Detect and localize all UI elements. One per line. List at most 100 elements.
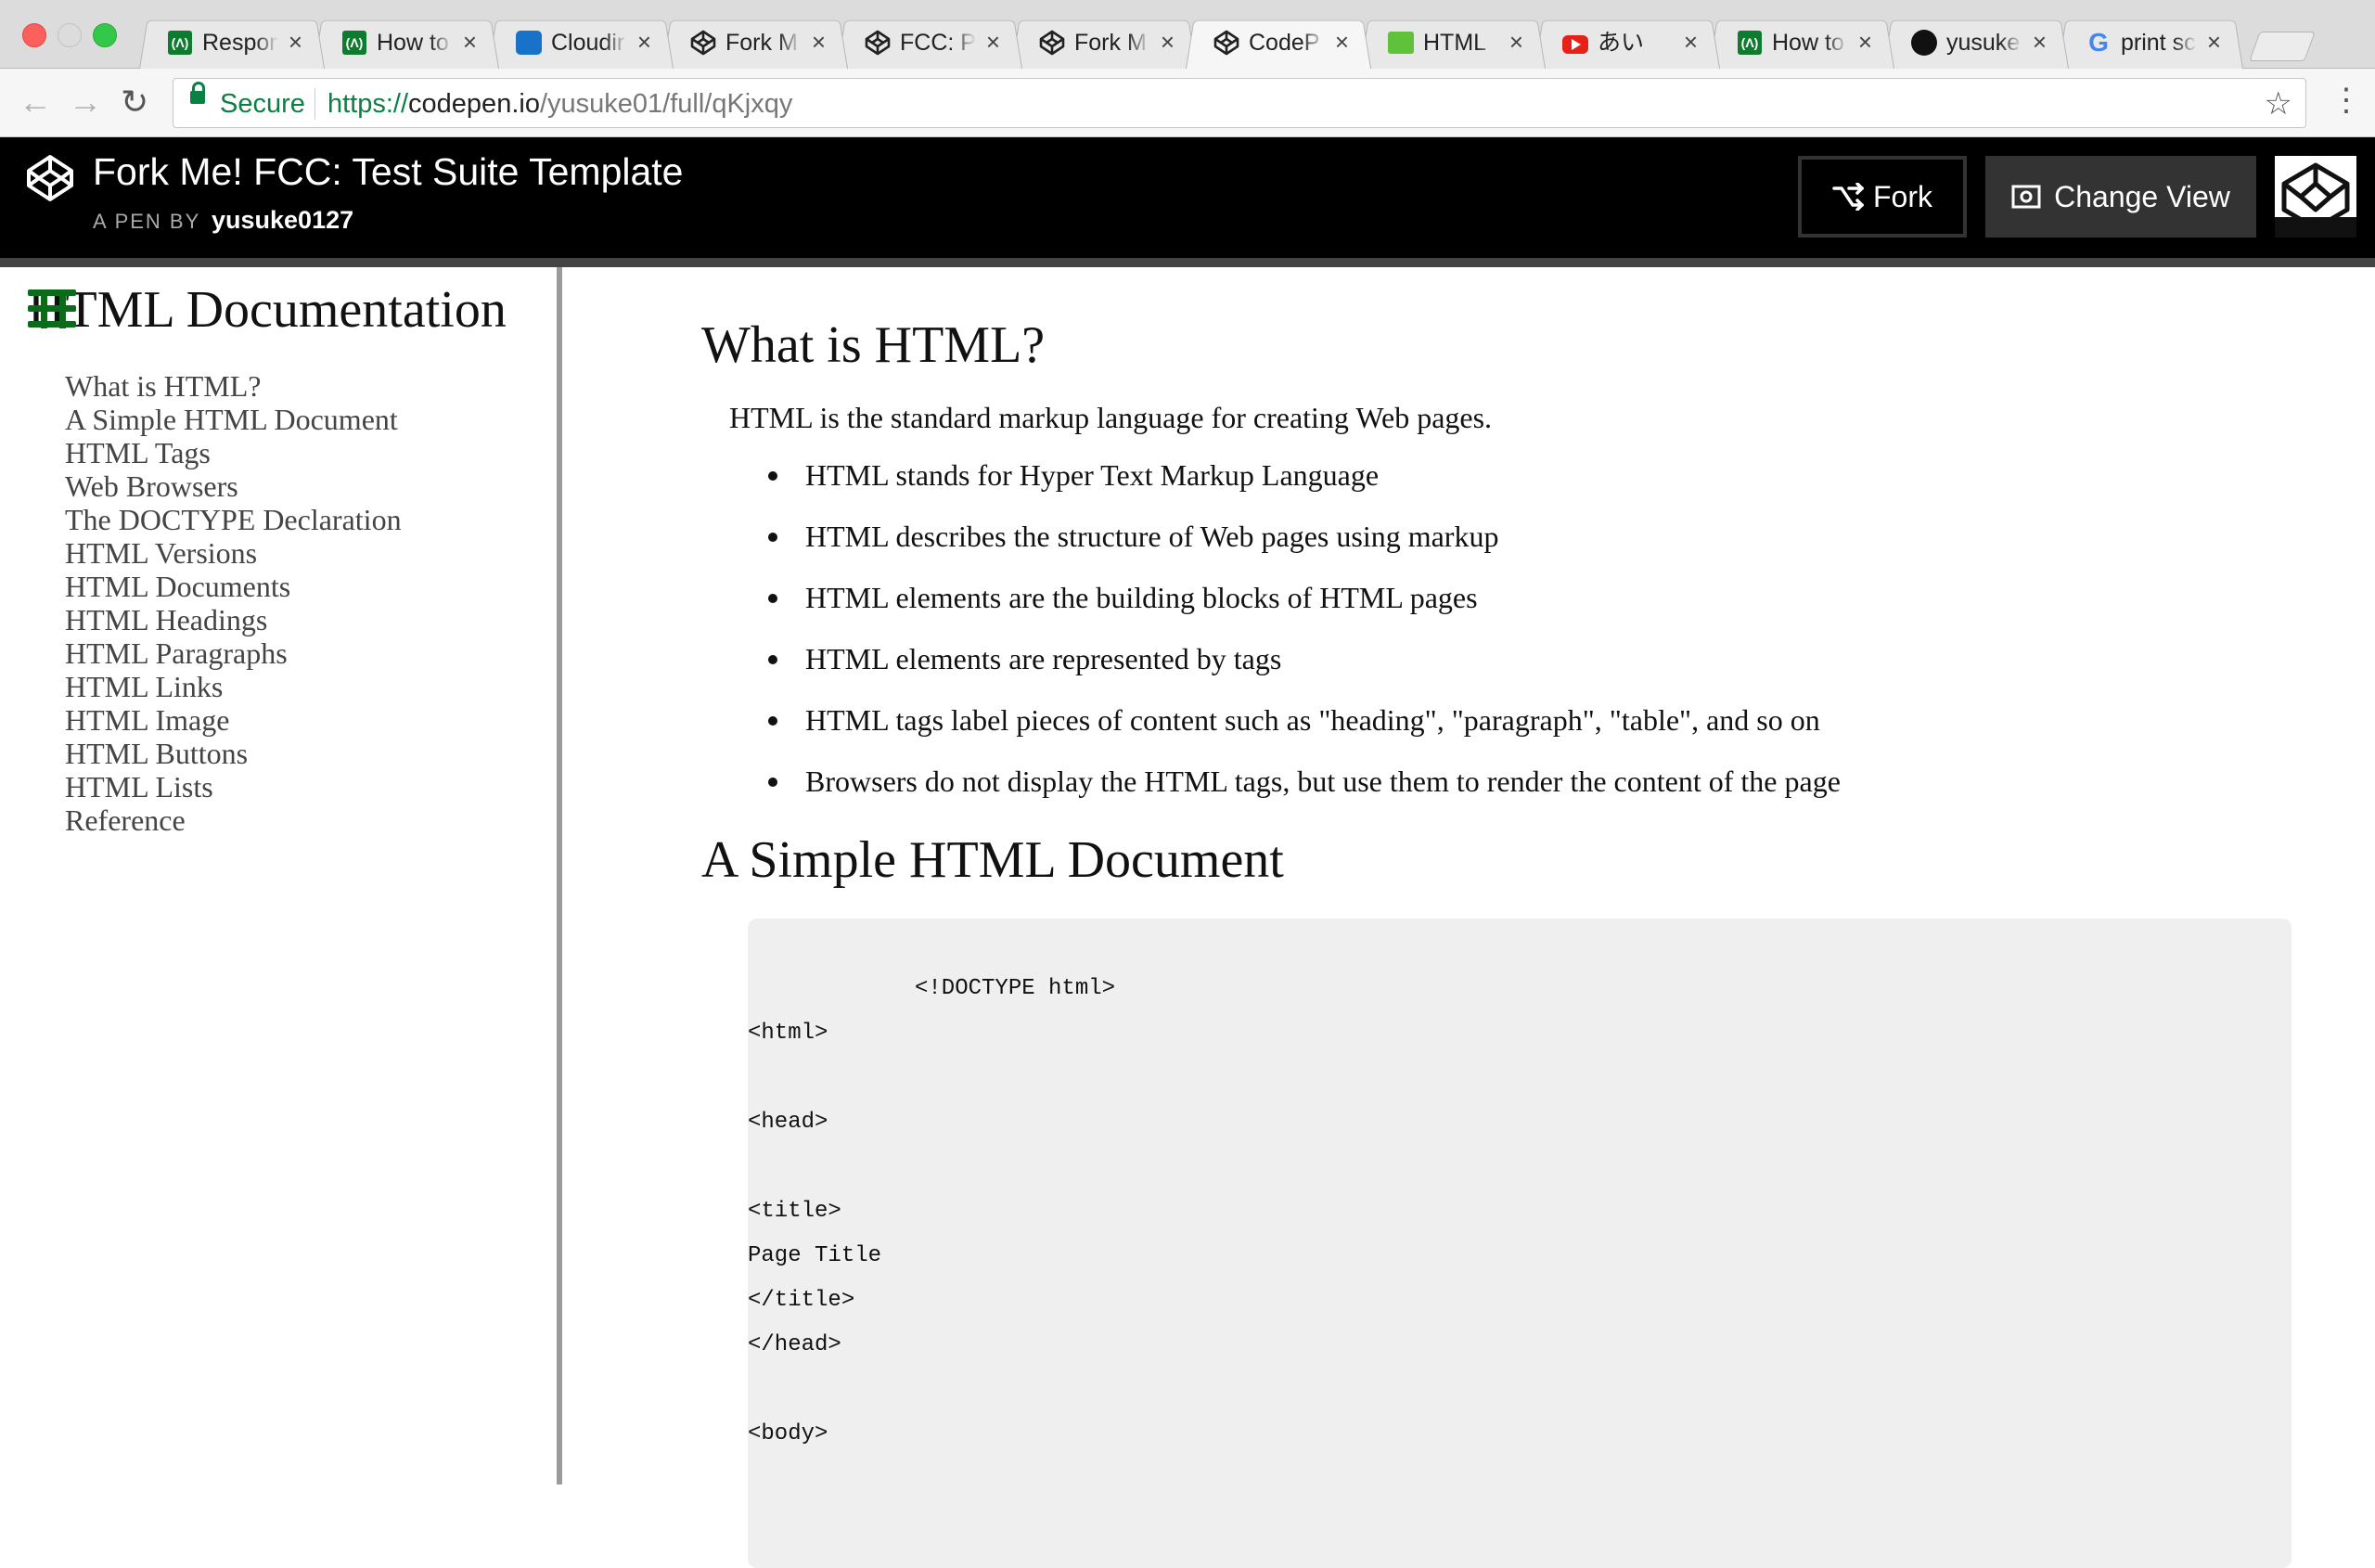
browser-tab[interactable]: (Λ) How to × — [314, 13, 499, 69]
nav-link[interactable]: HTML Headings — [65, 603, 402, 636]
tab-title: Cloudir — [551, 30, 625, 56]
sidebar-nav-list: What is HTML? A Simple HTML Document HTML … — [65, 369, 402, 837]
tab-title: あい — [1598, 30, 1645, 56]
browser-tab[interactable]: Fork M × — [1011, 13, 1197, 69]
code-line: Page Title — [748, 1243, 882, 1268]
secure-label: Secure — [220, 89, 305, 119]
address-bar[interactable]: Secure https://codepen.io/yusuke01/full/… — [173, 78, 2306, 128]
nav-link[interactable]: HTML Image — [65, 703, 402, 737]
change-view-icon — [2011, 185, 2041, 209]
fork-button[interactable]: Fork — [1798, 156, 1967, 238]
hamburger-menu-icon[interactable] — [28, 289, 76, 328]
w3schools-icon — [1388, 30, 1414, 56]
codepen-header: Fork Me! FCC: Test Suite Template A PEN … — [0, 137, 2375, 258]
nav-link[interactable]: Reference — [65, 803, 402, 837]
code-line: <html> — [748, 1021, 828, 1046]
bullet-item: Browsers do not display the HTML tags, b… — [768, 765, 1841, 826]
bullet-item: HTML stands for Hyper Text Markup Langua… — [768, 458, 1841, 520]
tab-close-icon[interactable]: × — [2033, 29, 2047, 55]
sidebar-title: HTML Documentation — [28, 281, 507, 339]
section-intro: HTML is the standard markup language for… — [729, 401, 1493, 434]
nav-link[interactable]: HTML Paragraphs — [65, 636, 402, 670]
browser-tab[interactable]: Cloudir × — [488, 13, 674, 69]
browser-tab[interactable]: あい × — [1534, 13, 1720, 69]
codepen-logo-icon[interactable] — [26, 154, 74, 202]
url-text[interactable]: https://codepen.io/yusuke01/full/qKjxqy — [327, 89, 792, 120]
cloudinary-icon — [516, 30, 542, 56]
nav-link[interactable]: HTML Documents — [65, 570, 402, 603]
nav-link[interactable]: The DOCTYPE Declaration — [65, 503, 402, 536]
fork-label: Fork — [1873, 179, 1932, 213]
url-path: /yusuke01/full/qKjxqy — [539, 89, 793, 119]
code-line: </head> — [748, 1332, 841, 1357]
window-close-button[interactable] — [22, 23, 46, 47]
code-block: <!DOCTYPE html> <html> <head> <title> Page T… — [748, 919, 2292, 1568]
tab-close-icon[interactable]: × — [1858, 29, 1872, 55]
documentation-sidebar: HTML Documentation What is HTML? A Simple… — [0, 267, 558, 1484]
browser-tab[interactable]: HTML × — [1360, 13, 1546, 69]
nav-link[interactable]: HTML Links — [65, 670, 402, 703]
nav-link[interactable]: HTML Versions — [65, 536, 402, 570]
section-title-simple-html-document: A Simple HTML Document — [701, 831, 1284, 889]
freecodecamp-icon: (Λ) — [341, 30, 367, 56]
tab-close-icon[interactable]: × — [637, 29, 651, 55]
tab-close-icon[interactable]: × — [812, 29, 826, 55]
tab-title: Respon — [202, 30, 278, 56]
tab-title: print sc — [2121, 30, 2196, 56]
change-view-label: Change View — [2054, 179, 2230, 213]
bullet-item: HTML elements are represented by tags — [768, 642, 1841, 703]
tab-title: How to — [1772, 30, 1844, 56]
tab-title: Fork M — [1074, 30, 1147, 56]
nav-link[interactable]: HTML Lists — [65, 770, 402, 803]
nav-link[interactable]: What is HTML? — [65, 369, 402, 403]
nav-link[interactable]: Web Browsers — [65, 469, 402, 503]
code-line: </title> — [748, 1288, 855, 1313]
youtube-icon — [1562, 30, 1588, 56]
bullet-item: HTML describes the structure of Web page… — [768, 520, 1841, 581]
forward-arrow-icon[interactable]: → — [69, 85, 102, 119]
browser-tab[interactable]: Gprint sc × — [2058, 13, 2243, 69]
codepen-icon — [1039, 30, 1065, 56]
nav-link[interactable]: A Simple HTML Document — [65, 403, 402, 436]
tab-close-icon[interactable]: × — [289, 29, 302, 55]
nav-link[interactable]: HTML Buttons — [65, 737, 402, 770]
back-arrow-icon[interactable]: ← — [19, 85, 52, 119]
lock-icon — [190, 82, 205, 104]
tab-close-icon[interactable]: × — [1509, 29, 1523, 55]
bookmark-star-icon[interactable]: ☆ — [2265, 85, 2292, 122]
tab-close-icon[interactable]: × — [463, 29, 477, 55]
user-avatar[interactable] — [2275, 156, 2356, 238]
browser-tab[interactable]: (Λ) How to × — [1709, 13, 1894, 69]
browser-tab[interactable]: CodeP × — [1186, 13, 1371, 69]
tab-close-icon[interactable]: × — [1161, 29, 1175, 55]
bullet-item: HTML tags label pieces of content such a… — [768, 703, 1841, 765]
tab-title: How to — [377, 30, 449, 56]
browser-tab-strip: (Λ) Respon × (Λ) How to × Cloudir × Fork M × FCC: … — [0, 0, 2375, 69]
freecodecamp-icon: (Λ) — [1737, 30, 1763, 56]
nav-link[interactable]: HTML Tags — [65, 436, 402, 469]
tab-close-icon[interactable]: × — [1684, 29, 1698, 55]
user-avatar-icon — [2275, 156, 2356, 238]
reload-icon[interactable]: ↻ — [121, 85, 148, 119]
change-view-button[interactable]: Change View — [1985, 156, 2256, 238]
browser-menu-icon[interactable]: ⋮ — [2330, 82, 2362, 119]
tab-title: HTML — [1423, 30, 1487, 56]
pen-author-link[interactable]: yusuke0127 — [212, 206, 353, 234]
tab-close-icon[interactable]: × — [986, 29, 1000, 55]
tab-close-icon[interactable]: × — [1335, 29, 1349, 55]
url-host: codepen.io — [408, 89, 540, 119]
freecodecamp-icon: (Λ) — [167, 30, 193, 56]
code-line: <title> — [748, 1199, 841, 1224]
browser-tab[interactable]: (Λ) Respon × — [139, 13, 325, 69]
tab-close-icon[interactable]: × — [2207, 29, 2221, 55]
tab-title: FCC: P — [900, 30, 976, 56]
browser-tab[interactable]: Fork M × — [662, 13, 848, 69]
window-minimize-button[interactable] — [58, 23, 82, 47]
new-tab-button[interactable] — [2249, 32, 2316, 61]
code-line: <head> — [748, 1110, 828, 1135]
browser-tab[interactable]: yusuke × — [1883, 13, 2069, 69]
codepen-icon — [690, 30, 716, 56]
tab-title: yusuke — [1946, 30, 2021, 56]
window-maximize-button[interactable] — [93, 23, 117, 47]
browser-tab[interactable]: FCC: P × — [837, 13, 1022, 69]
